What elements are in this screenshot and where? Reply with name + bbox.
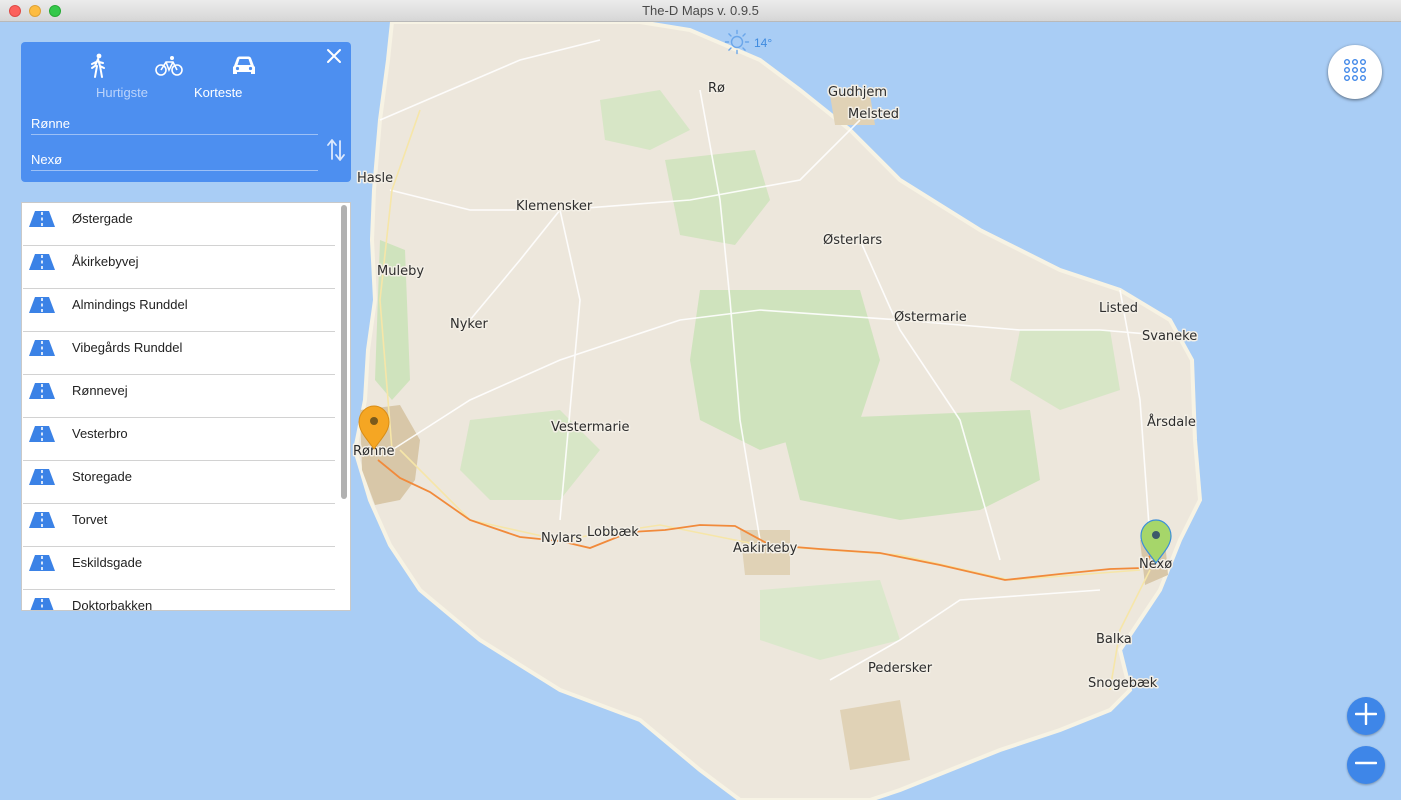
window-title: The-D Maps v. 0.9.5: [642, 3, 759, 18]
direction-street: Almindings Runddel: [72, 297, 188, 312]
place-label: Aakirkeby: [733, 541, 798, 556]
direction-item[interactable]: Åkirkebyvej: [23, 246, 335, 289]
road-icon: [28, 468, 56, 491]
place-label: Svaneke: [1142, 329, 1197, 344]
place-label: Vestermarie: [551, 420, 629, 435]
direction-street: Torvet: [72, 512, 108, 527]
place-label: Balka: [1096, 632, 1132, 647]
road-icon: [28, 511, 56, 534]
direction-street: Vibegårds Runddel: [72, 340, 183, 355]
road-icon: [28, 296, 56, 319]
bike-icon[interactable]: [152, 52, 186, 80]
close-route-button[interactable]: [323, 47, 345, 69]
direction-item[interactable]: Vibegårds Runddel: [23, 332, 335, 375]
road-icon: [28, 382, 56, 405]
place-label: Nylars: [541, 531, 582, 546]
to-input[interactable]: [31, 148, 318, 171]
place-label: Østerlars: [823, 233, 882, 248]
place-label: Snogebæk: [1088, 676, 1158, 691]
direction-street: Østergade: [72, 211, 133, 226]
swap-locations-button[interactable]: [326, 137, 346, 168]
apps-menu-button[interactable]: [1328, 45, 1382, 99]
place-label: Listed: [1099, 301, 1138, 316]
direction-street: Åkirkebyvej: [72, 254, 139, 269]
direction-street: Vesterbro: [72, 426, 128, 441]
minus-icon: [1354, 752, 1378, 779]
option-fastest[interactable]: Hurtigste: [96, 85, 148, 100]
direction-item[interactable]: Vesterbro: [23, 418, 335, 461]
scrollbar-thumb[interactable]: [341, 205, 347, 499]
road-icon: [28, 339, 56, 362]
place-label: Lobbæk: [587, 525, 639, 540]
sun-icon: [724, 29, 750, 58]
direction-item[interactable]: Doktorbakken: [23, 590, 335, 611]
from-input[interactable]: [31, 112, 318, 135]
road-icon: [28, 597, 56, 610]
direction-item[interactable]: Almindings Runddel: [23, 289, 335, 332]
direction-street: Eskildsgade: [72, 555, 143, 570]
grid-icon: [1343, 58, 1367, 87]
plus-icon: [1354, 702, 1378, 730]
car-icon[interactable]: [227, 52, 261, 80]
place-label: Nyker: [450, 317, 488, 332]
close-icon: [326, 48, 342, 69]
direction-street: Doktorbakken: [72, 598, 153, 611]
place-label: Pedersker: [868, 661, 933, 676]
place-label: Hasle: [357, 171, 393, 186]
swap-arrows-icon: [326, 137, 346, 168]
place-label: Melsted: [848, 107, 899, 122]
weather-indicator: 14°: [724, 29, 773, 58]
road-icon: [28, 253, 56, 276]
place-label: Muleby: [377, 264, 424, 279]
direction-item[interactable]: Eskildsgade: [23, 547, 335, 590]
option-shortest[interactable]: Korteste: [194, 85, 242, 100]
place-label: Årsdale: [1147, 414, 1196, 430]
road-icon: [28, 425, 56, 448]
place-label: Østermarie: [894, 310, 967, 325]
direction-item[interactable]: Torvet: [23, 504, 335, 547]
route-panel: Hurtigste Korteste: [21, 42, 351, 182]
direction-item[interactable]: Østergade: [23, 203, 335, 246]
temperature-label: 14°: [754, 36, 773, 50]
place-label: Rø: [708, 81, 725, 96]
direction-street: Rønnevej: [72, 383, 128, 398]
zoom-out-button[interactable]: [1347, 746, 1385, 784]
direction-item[interactable]: Storegade: [23, 461, 335, 504]
road-icon: [28, 554, 56, 577]
road-icon: [28, 210, 56, 233]
place-label: Gudhjem: [828, 85, 887, 100]
scrollbar[interactable]: [339, 205, 348, 608]
title-bar: The-D Maps v. 0.9.5: [0, 0, 1401, 22]
direction-item[interactable]: Rønnevej: [23, 375, 335, 418]
direction-street: Storegade: [72, 469, 132, 484]
zoom-in-button[interactable]: [1347, 697, 1385, 735]
walk-icon[interactable]: [81, 52, 115, 80]
place-label: Klemensker: [516, 199, 593, 214]
directions-list[interactable]: Østergade Åkirkebyvej Almindings Runddel Vi…: [21, 202, 351, 611]
